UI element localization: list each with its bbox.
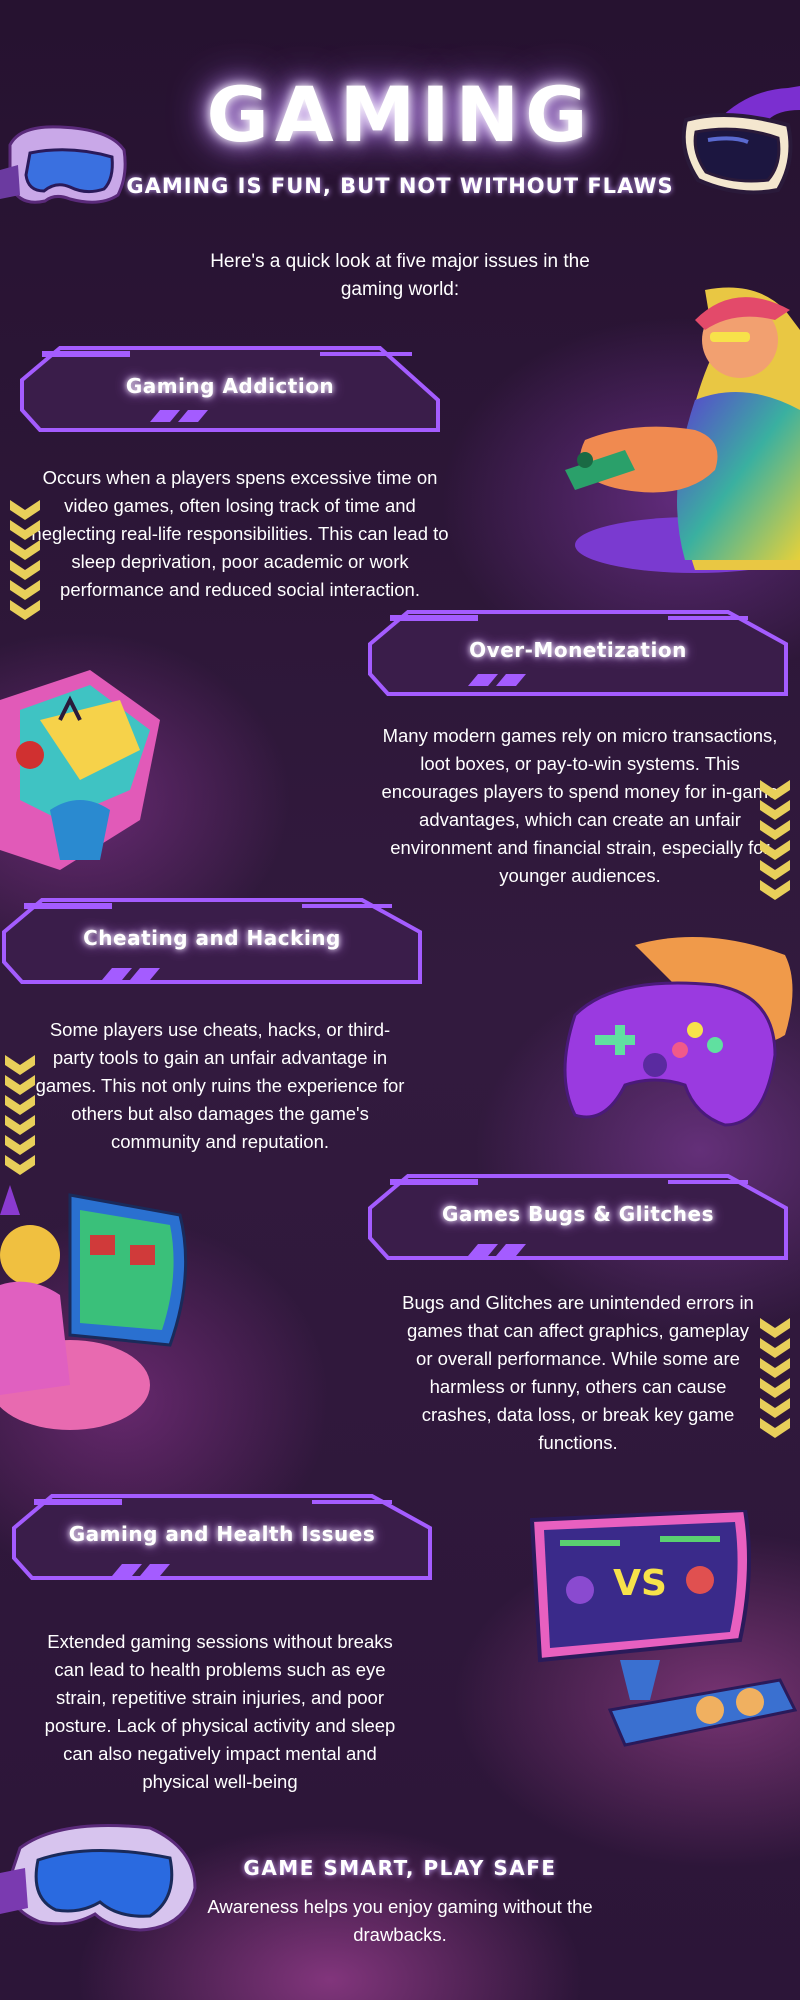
chevron-down-icon [10,500,40,630]
chevron-down-icon [760,1318,790,1448]
section-body: Bugs and Glitches are unintended errors … [402,1292,754,1453]
chevron-down-icon [760,780,790,910]
section-heading: Gaming and Health Issues [68,1522,376,1546]
gamer-character-icon [565,287,800,573]
section-heading: Games Bugs & Glitches [441,1202,714,1226]
footer-title: Game smart, play safe [243,1856,557,1880]
section-heading: Over-Monetization [469,638,687,662]
section-body: Some players use cheats, hacks, or third… [35,1019,405,1152]
section-header-cheating-hacking: Cheating and Hacking [2,892,422,990]
game-monitor-icon: VS [530,1510,798,1747]
page-subtitle: Gaming is fun, but not without flaws [126,174,674,198]
retro-arcade-player-icon [0,1185,188,1430]
vr-headset-icon [0,1824,197,1932]
section-header-gaming-addiction: Gaming Addiction [20,340,440,438]
chevron-down-icon [5,1055,35,1185]
section-body: Many modern games rely on micro transact… [381,725,779,886]
section-header-bugs-glitches: Games Bugs & Glitches [368,1168,788,1266]
section-body: Occurs when a players spens excessive ti… [31,467,449,600]
section-header-health-issues: Gaming and Health Issues [12,1488,432,1586]
game-controller-icon [563,937,793,1127]
section-heading: Gaming Addiction [125,374,335,398]
page-title: GAMING [206,70,594,159]
svg-text:VS: VS [613,1563,667,1604]
arcade-machine-icon [0,670,160,870]
intro-text: Here's a quick look at five major issues… [210,251,590,300]
section-body: Extended gaming sessions without breaks … [44,1631,396,1792]
section-heading: Cheating and Hacking [83,926,341,950]
section-header-over-monetization: Over-Monetization [368,604,788,702]
footer-text: Awareness helps you enjoy gaming without… [207,1896,593,1945]
